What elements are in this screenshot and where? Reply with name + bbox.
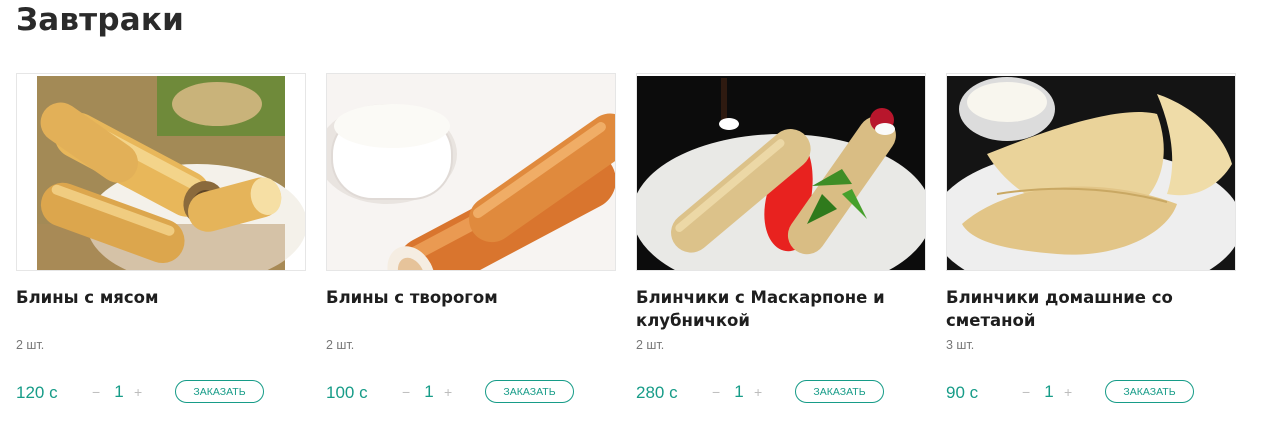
product-name[interactable]: Блины с мясом xyxy=(16,286,301,309)
product-photo[interactable] xyxy=(636,73,926,271)
quantity-value[interactable]: 1 xyxy=(732,382,746,402)
product-amount: 3 шт. xyxy=(946,338,975,352)
quantity-stepper: − 1 + xyxy=(712,382,766,404)
product-photo[interactable] xyxy=(16,73,306,271)
decrease-quantity-button[interactable]: − xyxy=(712,384,720,400)
order-button[interactable]: Заказать xyxy=(485,380,574,403)
order-button[interactable]: Заказать xyxy=(1105,380,1194,403)
quantity-value[interactable]: 1 xyxy=(422,382,436,402)
increase-quantity-button[interactable]: + xyxy=(444,384,452,400)
increase-quantity-button[interactable]: + xyxy=(754,384,762,400)
product-price: 280 с xyxy=(636,383,678,402)
order-button[interactable]: Заказать xyxy=(795,380,884,403)
product-photo[interactable] xyxy=(946,73,1236,271)
product-card: Блинчики с Маскарпоне и клубничкой 2 шт.… xyxy=(636,73,926,433)
homemade-crepes-with-sour-cream-photo xyxy=(947,76,1235,270)
decrease-quantity-button[interactable]: − xyxy=(402,384,410,400)
pancake-rolls-with-cottage-cheese-photo xyxy=(327,74,615,270)
quantity-value[interactable]: 1 xyxy=(1042,382,1056,402)
product-price: 100 с xyxy=(326,383,368,402)
order-button[interactable]: Заказать xyxy=(175,380,264,403)
product-price: 120 с xyxy=(16,383,58,402)
product-name[interactable]: Блины с творогом xyxy=(326,286,611,309)
pancake-rolls-with-meat-photo xyxy=(37,76,305,270)
product-amount: 2 шт. xyxy=(326,338,355,352)
decrease-quantity-button[interactable]: − xyxy=(1022,384,1030,400)
quantity-value[interactable]: 1 xyxy=(112,382,126,402)
product-amount: 2 шт. xyxy=(16,338,45,352)
product-price: 90 с xyxy=(946,383,979,402)
crepes-with-mascarpone-and-strawberry-photo xyxy=(637,76,925,270)
product-name[interactable]: Блинчики с Маскарпоне и клубничкой xyxy=(636,286,921,332)
decrease-quantity-button[interactable]: − xyxy=(92,384,100,400)
quantity-stepper: − 1 + xyxy=(1022,382,1076,404)
product-photo[interactable] xyxy=(326,73,616,271)
increase-quantity-button[interactable]: + xyxy=(1064,384,1072,400)
quantity-stepper: − 1 + xyxy=(402,382,456,404)
section-title: Завтраки xyxy=(16,2,184,38)
product-card: Блины с мясом 2 шт. 120 с − 1 + Заказать xyxy=(16,73,306,433)
quantity-stepper: − 1 + xyxy=(92,382,146,404)
product-name[interactable]: Блинчики домашние со сметаной xyxy=(946,286,1231,332)
increase-quantity-button[interactable]: + xyxy=(134,384,142,400)
product-amount: 2 шт. xyxy=(636,338,665,352)
product-card: Блинчики домашние со сметаной 3 шт. 90 с… xyxy=(946,73,1236,433)
product-card: Блины с творогом 2 шт. 100 с − 1 + Заказ… xyxy=(326,73,616,433)
